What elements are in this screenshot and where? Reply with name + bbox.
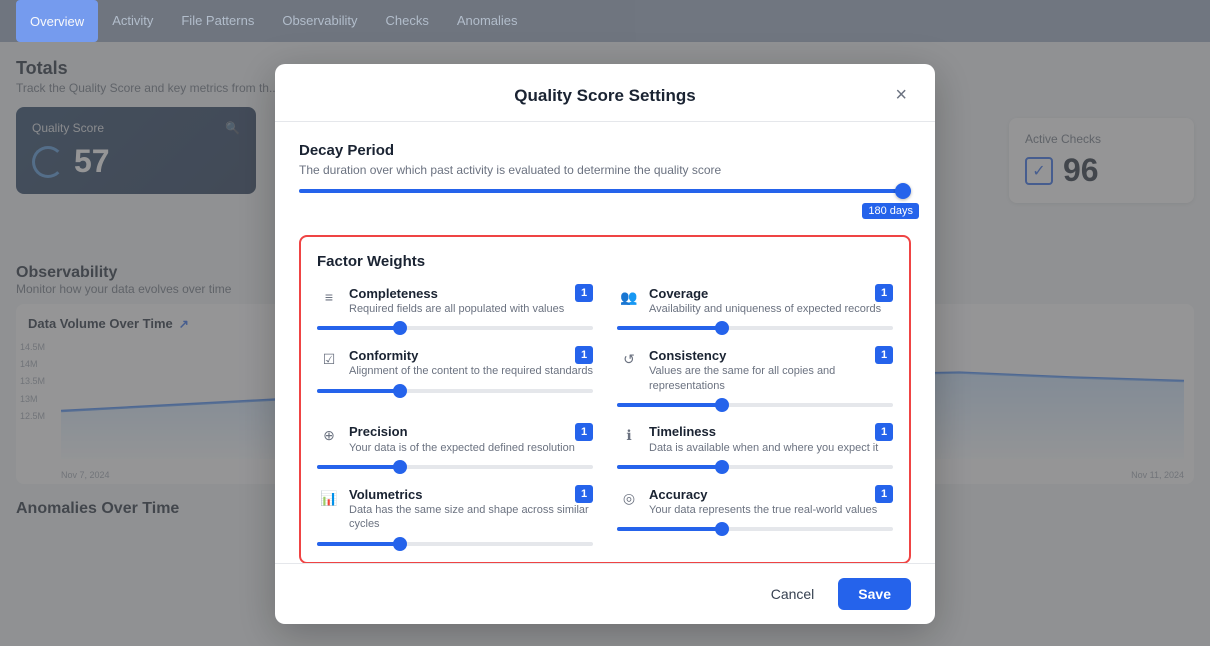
decay-slider-fill <box>299 189 911 193</box>
factor-slider-coverage[interactable] <box>617 326 893 330</box>
factor-badge-coverage: 1 <box>875 284 893 302</box>
modal-overlay: Quality Score Settings × Decay Period Th… <box>0 42 1210 646</box>
factor-thumb-timeliness[interactable] <box>715 460 729 474</box>
factor-fill-accuracy <box>617 527 722 531</box>
factor-grid: ≡ Completeness 1 Required fields are all… <box>317 284 893 546</box>
cancel-button[interactable]: Cancel <box>757 578 829 610</box>
factor-item-coverage: 👥 Coverage 1 Availability and uniqueness… <box>617 284 893 330</box>
factor-icon-conformity: ☑ <box>317 347 341 371</box>
decay-slider-container: 180 days <box>299 189 911 215</box>
factor-fill-completeness <box>317 326 400 330</box>
factor-thumb-volumetrics[interactable] <box>393 537 407 551</box>
factor-icon-consistency: ↺ <box>617 347 641 371</box>
factor-fill-precision <box>317 465 400 469</box>
factor-fill-coverage <box>617 326 722 330</box>
factor-slider-precision[interactable] <box>317 465 593 469</box>
factor-item-timeliness: ℹ Timeliness 1 Data is available when an… <box>617 423 893 469</box>
factor-weights-section: Factor Weights ≡ Completeness 1 Required… <box>299 235 911 563</box>
factor-thumb-coverage[interactable] <box>715 321 729 335</box>
decay-slider-track: 180 days <box>299 189 911 193</box>
factor-name-volumetrics: Volumetrics <box>349 487 422 502</box>
decay-slider-label: 180 days <box>862 203 919 219</box>
factor-badge-conformity: 1 <box>575 346 593 364</box>
factor-desc-consistency: Values are the same for all copies and r… <box>649 364 893 393</box>
modal-close-button[interactable]: × <box>891 84 911 107</box>
factor-badge-accuracy: 1 <box>875 485 893 503</box>
factor-item-accuracy: ◎ Accuracy 1 Your data represents the tr… <box>617 485 893 546</box>
factor-badge-completeness: 1 <box>575 284 593 302</box>
factor-name-timeliness: Timeliness <box>649 424 716 439</box>
decay-period-section: Decay Period The duration over which pas… <box>299 142 911 215</box>
factor-slider-completeness[interactable] <box>317 326 593 330</box>
nav-tab-activity[interactable]: Activity <box>98 0 167 42</box>
decay-title: Decay Period <box>299 142 911 159</box>
factor-badge-consistency: 1 <box>875 346 893 364</box>
factor-icon-timeliness: ℹ <box>617 424 641 448</box>
factor-icon-precision: ⊕ <box>317 424 341 448</box>
factor-name-precision: Precision <box>349 424 408 439</box>
modal-header: Quality Score Settings × <box>275 64 935 122</box>
factor-name-consistency: Consistency <box>649 348 726 363</box>
factor-item-consistency: ↺ Consistency 1 Values are the same for … <box>617 346 893 407</box>
factor-item-conformity: ☑ Conformity 1 Alignment of the content … <box>317 346 593 407</box>
factor-thumb-completeness[interactable] <box>393 321 407 335</box>
nav-tab-file-patterns[interactable]: File Patterns <box>167 0 268 42</box>
decay-description: The duration over which past activity is… <box>299 163 911 177</box>
factor-thumb-precision[interactable] <box>393 460 407 474</box>
factor-icon-accuracy: ◎ <box>617 486 641 510</box>
nav-bar: const d = JSON.parse(document.getElement… <box>0 0 1210 42</box>
factor-name-coverage: Coverage <box>649 286 708 301</box>
factor-desc-completeness: Required fields are all populated with v… <box>349 302 593 316</box>
factor-item-completeness: ≡ Completeness 1 Required fields are all… <box>317 284 593 330</box>
nav-tab-checks[interactable]: Checks <box>371 0 442 42</box>
factor-thumb-accuracy[interactable] <box>715 522 729 536</box>
factor-name-accuracy: Accuracy <box>649 487 708 502</box>
factor-badge-precision: 1 <box>575 423 593 441</box>
nav-tab-anomalies[interactable]: Anomalies <box>443 0 532 42</box>
factor-weights-title: Factor Weights <box>317 253 893 270</box>
modal-body: Decay Period The duration over which pas… <box>275 122 935 563</box>
factor-slider-conformity[interactable] <box>317 389 593 393</box>
modal-footer: Cancel Save <box>275 563 935 624</box>
factor-desc-timeliness: Data is available when and where you exp… <box>649 441 893 455</box>
factor-desc-coverage: Availability and uniqueness of expected … <box>649 302 893 316</box>
factor-item-volumetrics: 📊 Volumetrics 1 Data has the same size a… <box>317 485 593 546</box>
factor-badge-volumetrics: 1 <box>575 485 593 503</box>
factor-icon-completeness: ≡ <box>317 285 341 309</box>
factor-desc-accuracy: Your data represents the true real-world… <box>649 503 893 517</box>
factor-desc-precision: Your data is of the expected defined res… <box>349 441 593 455</box>
factor-icon-volumetrics: 📊 <box>317 486 341 510</box>
factor-fill-volumetrics <box>317 542 400 546</box>
factor-item-precision: ⊕ Precision 1 Your data is of the expect… <box>317 423 593 469</box>
factor-fill-timeliness <box>617 465 722 469</box>
factor-thumb-conformity[interactable] <box>393 384 407 398</box>
nav-tab-overview[interactable]: Overview <box>16 0 98 42</box>
factor-thumb-consistency[interactable] <box>715 398 729 412</box>
factor-slider-volumetrics[interactable] <box>317 542 593 546</box>
factor-fill-conformity <box>317 389 400 393</box>
nav-tab-observability[interactable]: Observability <box>268 0 371 42</box>
save-button[interactable]: Save <box>838 578 911 610</box>
factor-desc-volumetrics: Data has the same size and shape across … <box>349 503 593 532</box>
factor-slider-accuracy[interactable] <box>617 527 893 531</box>
modal-dialog: Quality Score Settings × Decay Period Th… <box>275 64 935 624</box>
decay-slider-thumb[interactable] <box>895 183 911 199</box>
factor-slider-consistency[interactable] <box>617 403 893 407</box>
factor-slider-timeliness[interactable] <box>617 465 893 469</box>
factor-name-conformity: Conformity <box>349 348 418 363</box>
factor-icon-coverage: 👥 <box>617 285 641 309</box>
modal-title: Quality Score Settings <box>503 86 707 106</box>
factor-name-completeness: Completeness <box>349 286 438 301</box>
factor-badge-timeliness: 1 <box>875 423 893 441</box>
factor-desc-conformity: Alignment of the content to the required… <box>349 364 593 378</box>
factor-fill-consistency <box>617 403 722 407</box>
